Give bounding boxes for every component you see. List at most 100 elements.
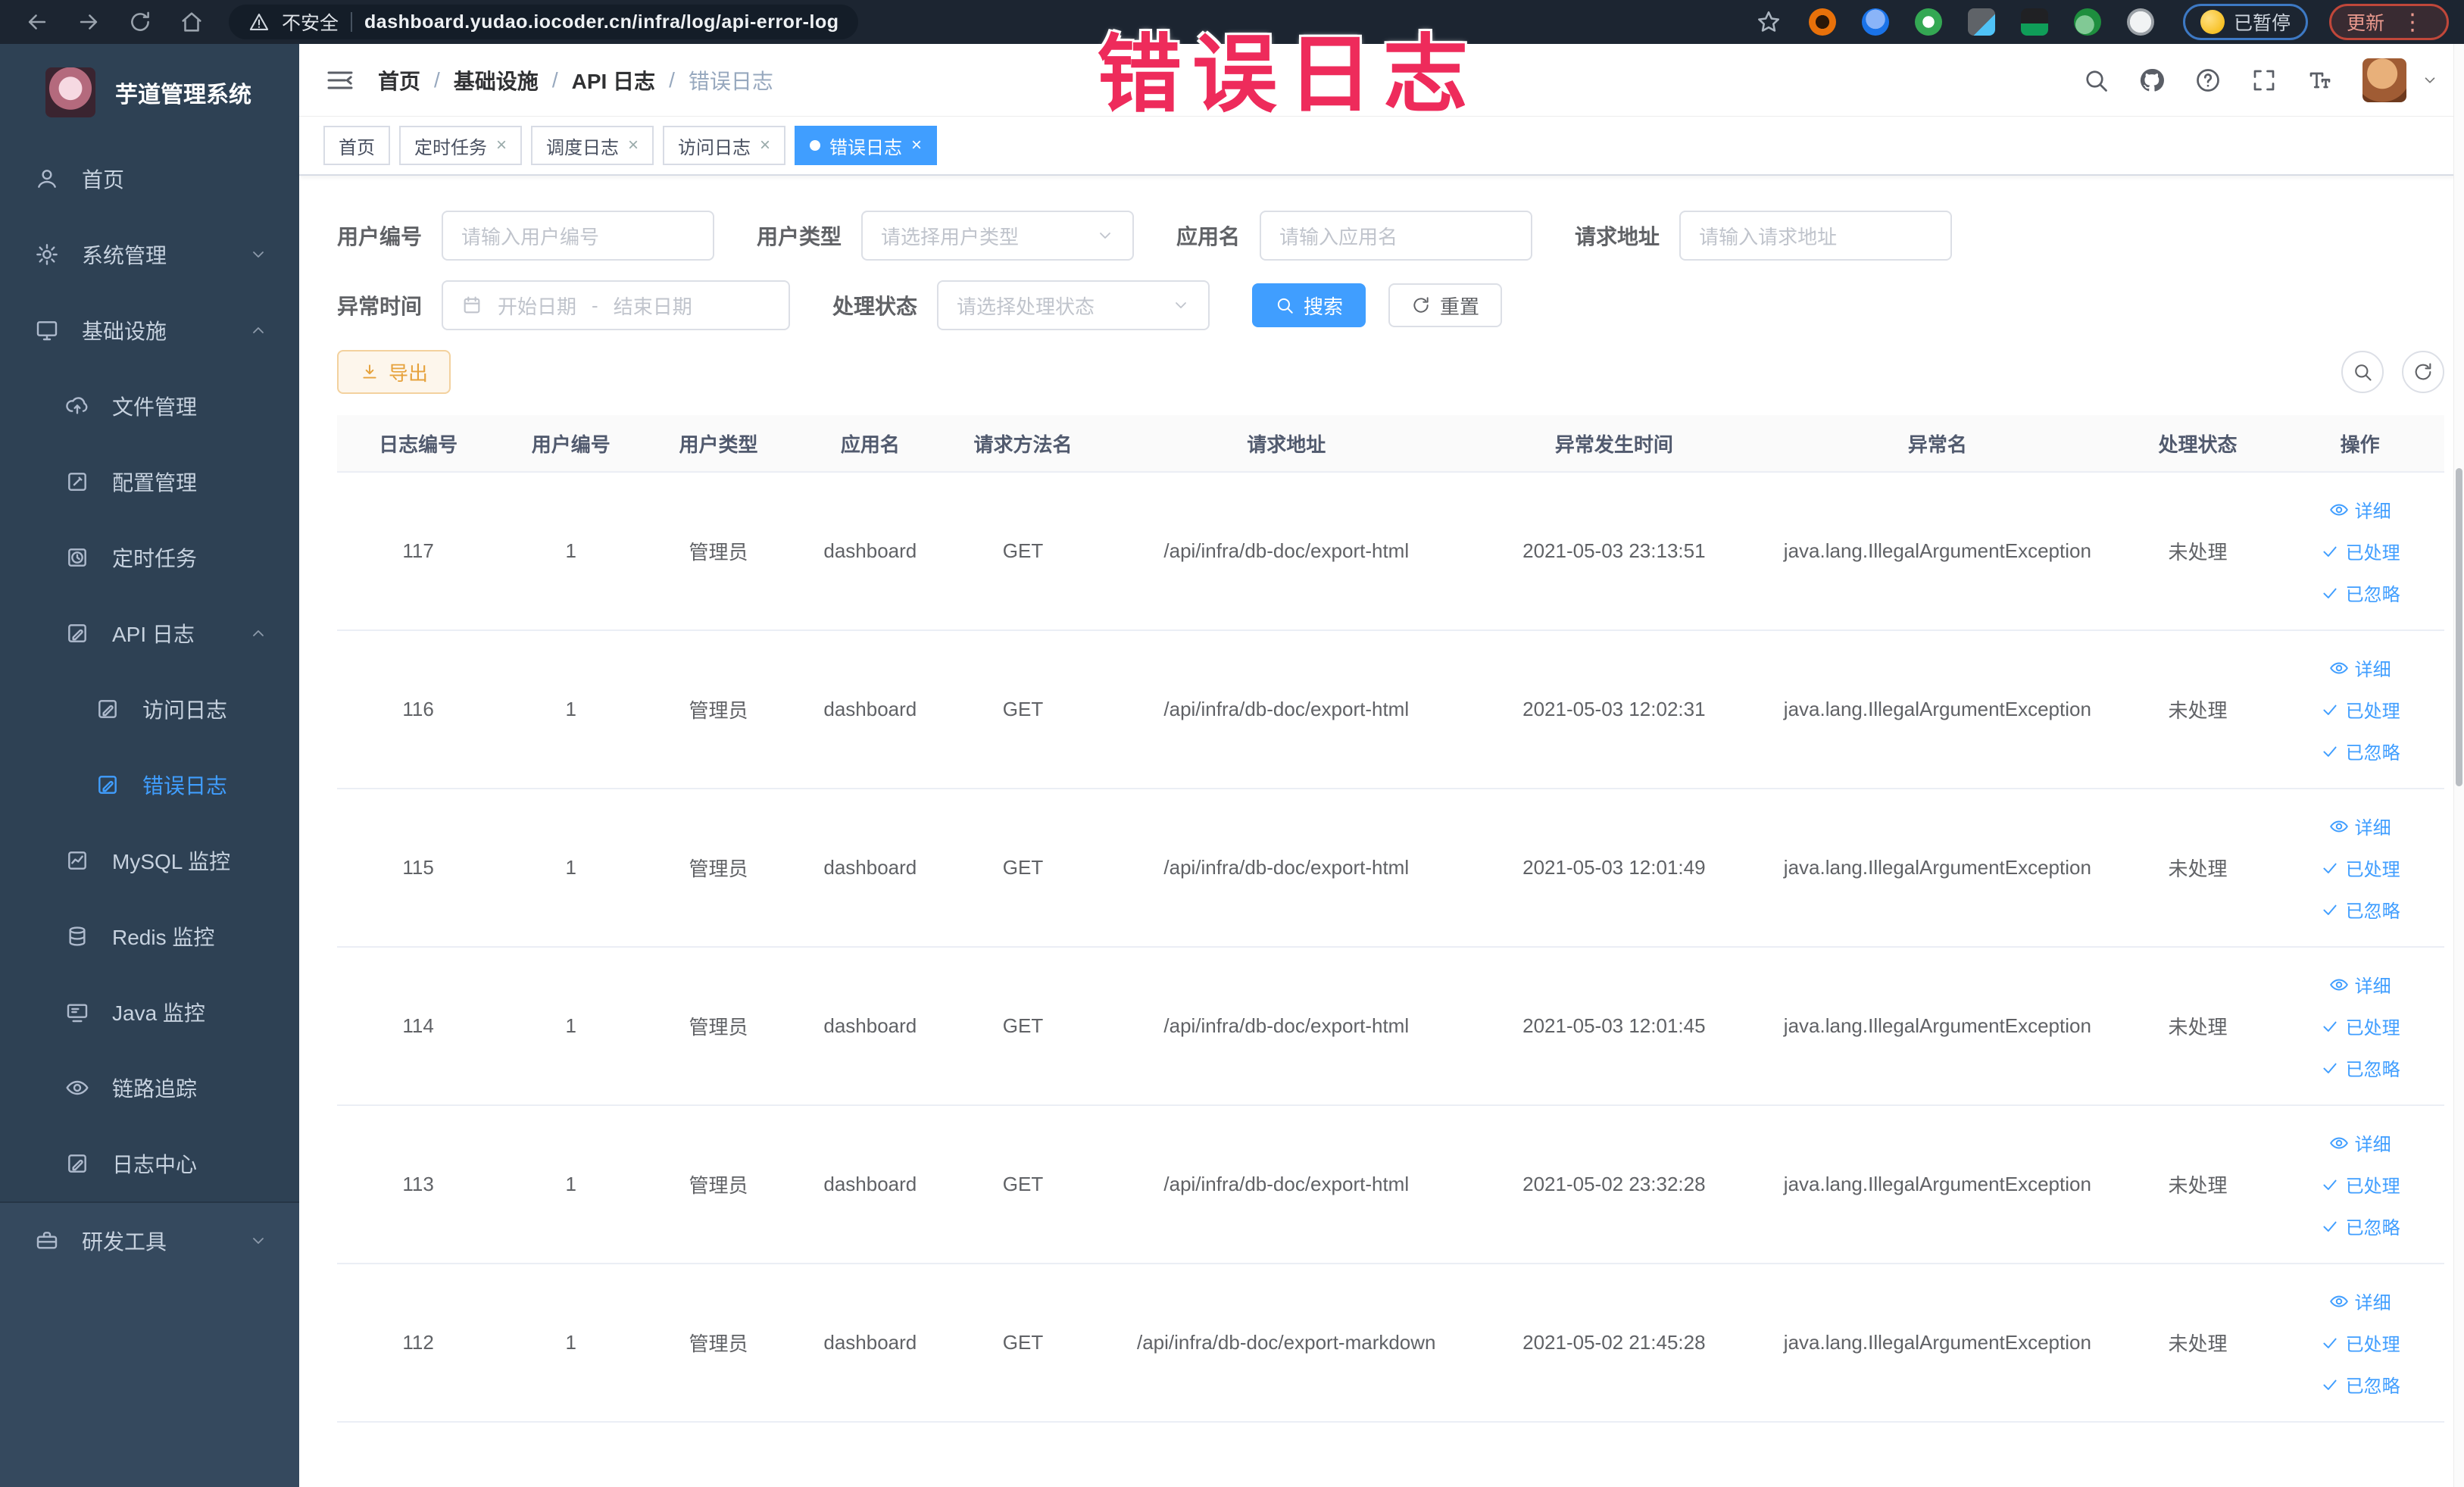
- eye-icon: [2329, 1292, 2349, 1311]
- download-icon: [360, 362, 379, 382]
- sidebar-item-配置管理[interactable]: 配置管理: [0, 444, 299, 520]
- browser-menu-icon[interactable]: ⋮: [2401, 9, 2424, 36]
- action-已忽略[interactable]: 已忽略: [2320, 579, 2400, 606]
- doc-edit-icon: [65, 1151, 89, 1176]
- sidebar-item-定时任务[interactable]: 定时任务: [0, 520, 299, 595]
- sidebar-item-Redis-监控[interactable]: Redis 监控: [0, 898, 299, 974]
- search-button[interactable]: 搜索: [1252, 283, 1366, 327]
- font-size-icon[interactable]: [2306, 67, 2334, 94]
- cell-method: GET: [1002, 1173, 1044, 1195]
- extension-icon[interactable]: [2020, 8, 2048, 36]
- extension-icon[interactable]: [1808, 8, 1836, 36]
- sidebar-item-API-日志[interactable]: API 日志: [0, 595, 299, 671]
- action-已处理[interactable]: 已处理: [2320, 538, 2400, 564]
- search-button-label: 搜索: [1304, 295, 1344, 318]
- cell-user-id: 1: [565, 539, 577, 562]
- action-详细[interactable]: 详细: [2329, 654, 2391, 681]
- tab-close-icon[interactable]: ×: [911, 135, 922, 156]
- export-button[interactable]: 导出: [337, 350, 451, 394]
- docs-help-icon[interactable]: [2194, 67, 2222, 94]
- user-id-input[interactable]: 请输入用户编号: [442, 211, 715, 261]
- cell-exception-time: 2021-05-03 12:02:31: [1522, 698, 1706, 720]
- browser-reload-icon[interactable]: [127, 9, 153, 35]
- sidebar-fold-icon[interactable]: [325, 65, 355, 95]
- scrollbar[interactable]: [2453, 44, 2464, 1487]
- extension-icon[interactable]: [1861, 8, 1889, 36]
- table-row: 112 1 管理员 dashboard GET/api/infra/db-doc/exp…: [337, 1264, 2444, 1423]
- breadcrumb-item[interactable]: 基础设施: [454, 65, 539, 95]
- browser-back-icon[interactable]: [24, 9, 50, 35]
- request-url-input[interactable]: 请输入请求地址: [1679, 211, 1953, 261]
- sidebar-item-首页[interactable]: 首页: [0, 141, 299, 217]
- reset-button[interactable]: 重置: [1388, 283, 1503, 327]
- tab-close-icon[interactable]: ×: [628, 135, 639, 156]
- action-详细[interactable]: 详细: [2329, 1129, 2391, 1156]
- date-end-placeholder: 结束日期: [613, 295, 692, 318]
- action-label: 已忽略: [2345, 1376, 2400, 1397]
- sidebar-item-访问日志[interactable]: 访问日志: [0, 671, 299, 747]
- action-详细[interactable]: 详细: [2329, 496, 2391, 523]
- sidebar-item-Java-监控[interactable]: Java 监控: [0, 974, 299, 1050]
- action-已处理[interactable]: 已处理: [2320, 1329, 2400, 1356]
- column-header: 用户类型: [679, 433, 758, 456]
- tab-定时任务[interactable]: 定时任务 ×: [399, 126, 523, 165]
- app-name-input[interactable]: 请输入应用名: [1260, 211, 1533, 261]
- breadcrumb-separator: /: [669, 67, 675, 92]
- filter-label-exception-time: 异常时间: [337, 295, 423, 318]
- action-详细[interactable]: 详细: [2329, 971, 2391, 998]
- action-已处理[interactable]: 已处理: [2320, 1171, 2400, 1198]
- tab-调度日志[interactable]: 调度日志 ×: [531, 126, 654, 165]
- sidebar-item-错误日志[interactable]: 错误日志: [0, 747, 299, 823]
- sidebar-item-基础设施[interactable]: 基础设施: [0, 292, 299, 368]
- extension-icon[interactable]: [2126, 8, 2154, 36]
- action-已忽略[interactable]: 已忽略: [2320, 738, 2400, 764]
- active-tab-dot: [810, 140, 821, 151]
- action-已处理[interactable]: 已处理: [2320, 854, 2400, 881]
- scrollbar-thumb[interactable]: [2456, 468, 2462, 786]
- cell-app-name: dashboard: [823, 1173, 917, 1195]
- user-menu-caret-icon[interactable]: [2422, 72, 2438, 89]
- sidebar-item-MySQL-监控[interactable]: MySQL 监控: [0, 823, 299, 898]
- user-type-select[interactable]: 请选择用户类型: [861, 211, 1135, 261]
- action-已处理[interactable]: 已处理: [2320, 1013, 2400, 1039]
- action-已处理[interactable]: 已处理: [2320, 696, 2400, 723]
- tab-访问日志[interactable]: 访问日志 ×: [663, 126, 786, 165]
- breadcrumb-item[interactable]: 首页: [378, 65, 420, 95]
- extension-icon[interactable]: [2073, 8, 2101, 36]
- action-已忽略[interactable]: 已忽略: [2320, 1213, 2400, 1239]
- extension-icon[interactable]: [1967, 8, 1995, 36]
- bookmark-star-icon[interactable]: [1756, 9, 1782, 35]
- exception-time-range-picker[interactable]: 开始日期 - 结束日期: [442, 280, 791, 330]
- refresh-table-button[interactable]: [2402, 351, 2444, 393]
- action-已忽略[interactable]: 已忽略: [2320, 1371, 2400, 1398]
- sidebar-item-研发工具[interactable]: 研发工具: [0, 1203, 299, 1279]
- browser-forward-icon[interactable]: [76, 9, 101, 35]
- address-bar[interactable]: 不安全 dashboard.yudao.iocoder.cn/infra/log…: [229, 5, 859, 39]
- tab-首页[interactable]: 首页: [323, 126, 390, 165]
- action-已忽略[interactable]: 已忽略: [2320, 896, 2400, 923]
- action-详细[interactable]: 详细: [2329, 1288, 2391, 1314]
- sidebar-item-日志中心[interactable]: 日志中心: [0, 1126, 299, 1201]
- tab-close-icon[interactable]: ×: [496, 135, 507, 156]
- sidebar-item-label: 日志中心: [112, 1153, 198, 1176]
- fullscreen-icon[interactable]: [2250, 67, 2278, 94]
- github-icon[interactable]: [2138, 67, 2166, 94]
- tab-close-icon[interactable]: ×: [760, 135, 770, 156]
- sidebar-item-链路追踪[interactable]: 链路追踪: [0, 1050, 299, 1126]
- sidebar-logo[interactable]: 芋道管理系统: [0, 44, 299, 141]
- tab-错误日志[interactable]: 错误日志 ×: [795, 126, 938, 165]
- action-已忽略[interactable]: 已忽略: [2320, 1054, 2400, 1081]
- header-search-icon[interactable]: [2082, 67, 2110, 94]
- toggle-search-button[interactable]: [2341, 351, 2384, 393]
- action-详细[interactable]: 详细: [2329, 813, 2391, 839]
- user-avatar[interactable]: [2363, 58, 2406, 102]
- process-status-select[interactable]: 请选择处理状态: [937, 280, 1210, 330]
- profile-paused-badge[interactable]: 已暂停: [2182, 4, 2308, 40]
- breadcrumb-item[interactable]: API 日志: [572, 65, 655, 95]
- browser-home-icon[interactable]: [179, 9, 205, 35]
- sidebar-item-文件管理[interactable]: 文件管理: [0, 368, 299, 444]
- extension-icon[interactable]: [1914, 8, 1942, 36]
- browser-update-badge[interactable]: 更新 ⋮: [2328, 4, 2449, 40]
- sidebar-item-系统管理[interactable]: 系统管理: [0, 217, 299, 292]
- cell-user-type: 管理员: [689, 858, 748, 880]
